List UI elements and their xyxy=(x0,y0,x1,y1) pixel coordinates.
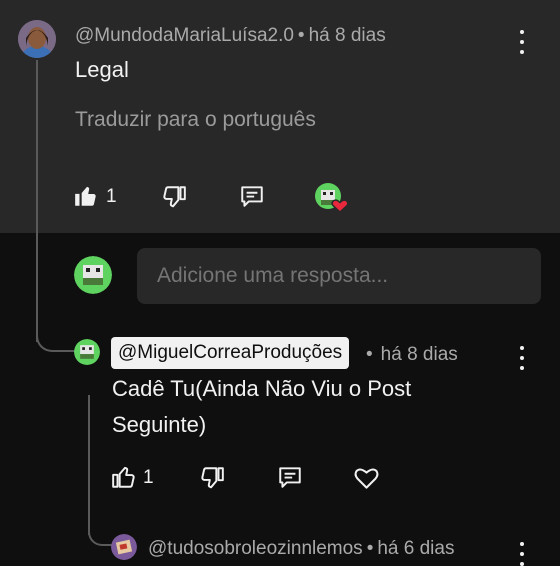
reply-reply-button[interactable] xyxy=(277,464,303,490)
thread-line xyxy=(36,60,38,342)
reply-comment-text-line2: Seguinte) xyxy=(112,412,207,437)
reply-icon xyxy=(279,467,301,488)
meta-separator: • xyxy=(297,25,305,46)
thread-connector xyxy=(36,318,76,352)
reply-like-button[interactable] xyxy=(111,464,137,490)
avatar-next-reply[interactable] xyxy=(111,534,137,560)
reply-comment-more-vert-icon[interactable] xyxy=(517,346,527,370)
avatar-current-user xyxy=(74,256,112,294)
meta-separator: • xyxy=(366,344,373,365)
thumbs-up-icon xyxy=(112,466,135,488)
creator-heart-badge xyxy=(314,182,350,214)
top-comment-text: Legal xyxy=(75,57,129,82)
translate-link[interactable]: Traduzir para o português xyxy=(75,108,316,132)
next-reply-time: há 6 dias xyxy=(377,538,455,559)
reply-comment-time: há 8 dias xyxy=(380,344,458,365)
reply-button[interactable] xyxy=(239,183,265,209)
reply-author-chip[interactable]: @MiguelCorreaProduções xyxy=(111,337,350,369)
top-comment-author[interactable]: @MundodaMariaLuísa2.0 xyxy=(75,25,294,46)
top-comment-time: há 8 dias xyxy=(308,25,386,46)
reply-icon xyxy=(241,186,263,207)
reply-heart-button[interactable] xyxy=(353,464,380,491)
reply-comment-meta: • há 8 dias xyxy=(366,344,458,366)
like-button[interactable] xyxy=(73,183,99,209)
top-comment-more-vert-icon[interactable] xyxy=(517,30,527,54)
reply-comment-text-line1: Cadê Tu(Ainda Não Viu o Post xyxy=(112,376,412,401)
avatar-reply-comment[interactable] xyxy=(74,339,100,365)
reply-input[interactable] xyxy=(137,248,541,304)
thread-connector-nested xyxy=(88,512,112,546)
avatar-top-comment[interactable] xyxy=(18,20,56,58)
next-reply-more-vert-icon[interactable] xyxy=(517,542,527,566)
creator-heart-icon xyxy=(315,183,349,214)
next-reply-meta: @tudosobroleozinnlemos • há 6 dias xyxy=(148,538,454,560)
reply-dislike-button[interactable] xyxy=(199,465,225,491)
next-reply-author[interactable]: @tudosobroleozinnlemos xyxy=(148,538,363,559)
thumbs-down-icon xyxy=(163,186,186,208)
top-comment-meta: @MundodaMariaLuísa2.0 • há 8 dias xyxy=(75,25,386,47)
thumbs-down-icon xyxy=(201,467,224,489)
reply-like-count: 1 xyxy=(143,467,154,488)
dislike-button[interactable] xyxy=(161,184,187,210)
thumbs-up-filled-icon xyxy=(75,186,96,206)
top-comment-like-count: 1 xyxy=(106,186,117,207)
meta-separator: • xyxy=(366,538,374,559)
heart-icon xyxy=(354,468,379,489)
